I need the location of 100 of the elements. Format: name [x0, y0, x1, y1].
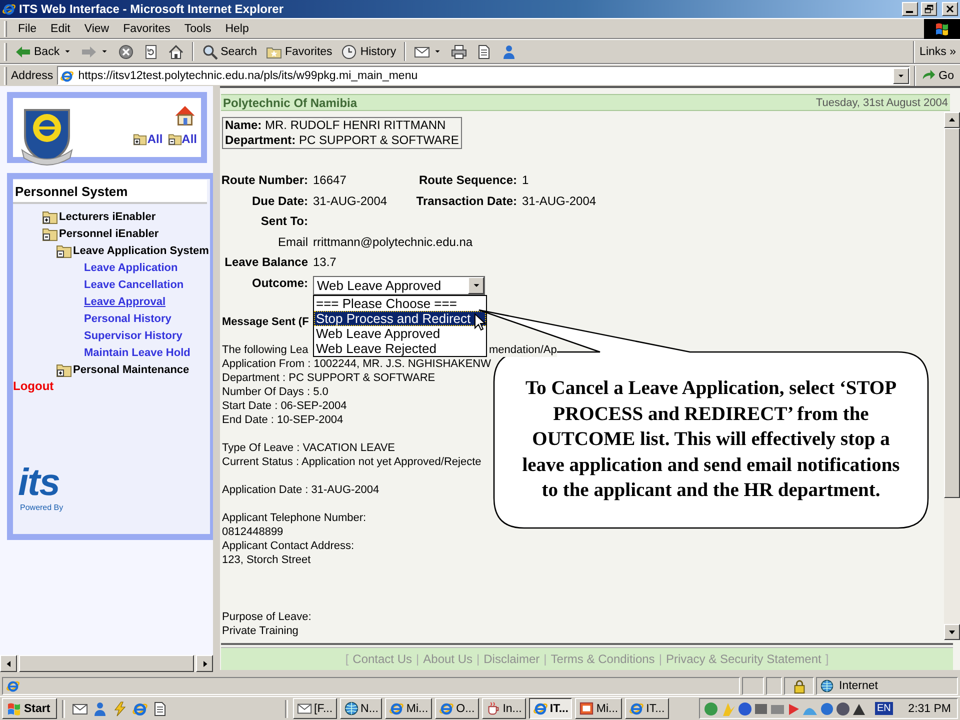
menu-link[interactable]: Supervisor History — [84, 330, 182, 342]
taskbar-button[interactable]: Mi... — [575, 698, 622, 719]
links-button[interactable]: Links » — [912, 40, 960, 62]
field-label: Transaction Date: — [416, 194, 517, 210]
browser-icon — [2, 2, 16, 16]
taskbar-button[interactable]: N... — [340, 698, 382, 719]
history-button[interactable]: History — [337, 40, 400, 62]
collapse-all-link[interactable]: All — [168, 132, 197, 146]
crest-logo — [19, 106, 75, 166]
forward-arrow-icon — [80, 44, 97, 60]
section-heading: Message Sent (F — [222, 314, 309, 330]
message-text: Application From : 1002244, MR. J.S. NGHISHAKENW — [222, 356, 491, 370]
dropdown-option[interactable]: Stop Process and Redirect — [314, 310, 486, 326]
browser-icon — [60, 68, 74, 82]
slides-icon — [579, 701, 594, 716]
tree-folder[interactable]: Leave Application System — [13, 242, 210, 259]
field-value: 1 — [522, 173, 529, 189]
message-text: Start Date : 06-SEP-2004 — [222, 398, 347, 412]
folder-minus-icon — [168, 132, 182, 146]
separator-mark: | — [476, 652, 480, 666]
separator-mark: [ — [345, 652, 349, 666]
status-panel — [766, 677, 782, 695]
dropdown-button[interactable] — [468, 276, 484, 294]
taskbar-button[interactable]: Mi... — [385, 698, 432, 719]
document-icon — [476, 44, 492, 60]
dropdown-option[interactable]: Web Leave Rejected — [314, 340, 486, 356]
address-field[interactable]: https://itsv12test.polytechnic.edu.na/pls/its/w99pkg.mi_main_menu — [57, 66, 910, 85]
menu-item[interactable]: Edit — [44, 22, 78, 36]
separator-mark: | — [544, 652, 547, 666]
dropdown-option[interactable]: Web Leave Approved — [314, 326, 486, 340]
dropdown-option[interactable]: === Please Choose === — [314, 296, 486, 310]
minimize-button[interactable] — [902, 2, 918, 16]
site-title: Polytechnic Of Namibia — [223, 96, 358, 110]
tree-folder[interactable]: Lecturers iEnabler — [13, 208, 210, 225]
close-button[interactable] — [942, 2, 958, 16]
restore-button[interactable] — [921, 2, 937, 16]
separator-mark: | — [416, 652, 420, 666]
message-text: Applicant Contact Address: — [222, 538, 354, 552]
field-label: Due Date: — [252, 194, 308, 210]
menu-link[interactable]: Leave Cancellation — [84, 278, 184, 290]
info-line: Department: PC SUPPORT & SOFTWARE — [225, 133, 459, 148]
scroll-left-button[interactable] — [0, 655, 17, 672]
menu-link[interactable]: Leave Approval — [84, 296, 166, 308]
message-text: Private Training — [222, 624, 298, 638]
menu-link[interactable]: Leave Application — [84, 262, 178, 274]
document-icon[interactable] — [152, 700, 168, 716]
lightning-icon[interactable] — [112, 700, 128, 716]
browser-icon — [6, 679, 20, 693]
menu-link[interactable]: Personal History — [84, 312, 172, 324]
folder-plus-icon — [56, 362, 72, 378]
person-icon[interactable] — [92, 700, 108, 716]
menu-item[interactable]: Favorites — [116, 22, 178, 36]
dropdown-button[interactable] — [892, 68, 909, 84]
expand-all-link[interactable]: All — [133, 132, 163, 146]
flag-icon — [6, 700, 22, 716]
clock-icon — [341, 44, 358, 60]
envelope-icon — [297, 701, 312, 716]
message-text: Current Status : Application not yet Approved/Rejecte — [222, 454, 482, 468]
browser-icon — [629, 701, 644, 716]
taskbar-button[interactable]: In... — [482, 698, 526, 719]
browser-icon — [439, 701, 454, 716]
start-button[interactable]: Start — [2, 698, 57, 719]
menu-item[interactable]: View — [77, 22, 116, 36]
scroll-down-button[interactable] — [944, 624, 960, 640]
favorites-button[interactable]: Favorites — [262, 40, 336, 62]
field-value: 13.7 — [313, 255, 336, 271]
tree-folder[interactable]: Personal Maintenance — [13, 361, 210, 378]
menu-item[interactable]: File — [11, 22, 44, 36]
back-button[interactable]: Back — [11, 40, 76, 62]
menu-item[interactable]: Tools — [177, 22, 218, 36]
taskbar-button[interactable]: O... — [435, 698, 479, 719]
refresh-icon — [142, 44, 159, 60]
taskbar-button[interactable]: IT... — [528, 698, 572, 719]
logout-link[interactable]: Logout — [13, 379, 54, 393]
field-value: 31-AUG-2004 — [313, 194, 388, 210]
menu-link[interactable]: Maintain Leave Hold — [84, 346, 190, 358]
outcome-select[interactable]: Web Leave Approved — [313, 276, 485, 294]
scroll-up-button[interactable] — [944, 112, 960, 128]
person-icon — [501, 44, 518, 60]
scroll-thumb[interactable] — [944, 128, 960, 498]
language-indicator[interactable]: EN — [875, 702, 893, 715]
taskbar-button[interactable]: [F... — [293, 698, 337, 719]
taskbar-button[interactable]: IT... — [625, 698, 669, 719]
browser-icon — [532, 701, 548, 716]
message-text: Purpose of Leave: — [222, 610, 312, 624]
search-icon — [202, 44, 218, 60]
clock: 2:31 PM — [908, 702, 951, 714]
close-icon — [944, 3, 956, 15]
menu-item[interactable]: Help — [218, 22, 256, 36]
scroll-thumb[interactable] — [19, 655, 194, 672]
scroll-right-button[interactable] — [196, 655, 213, 672]
message-text: End Date : 10-SEP-2004 — [222, 412, 344, 426]
cup-icon — [486, 701, 501, 716]
house-icon[interactable] — [173, 103, 197, 127]
field-value: rrittmann@polytechnic.edu.na — [313, 234, 473, 250]
globe-icon — [820, 679, 834, 693]
message-text: Applicant Telephone Number: — [222, 510, 366, 524]
tree-folder[interactable]: Personnel iEnabler — [13, 225, 210, 242]
search-button[interactable]: Search — [198, 40, 262, 62]
lock-icon — [792, 678, 806, 694]
